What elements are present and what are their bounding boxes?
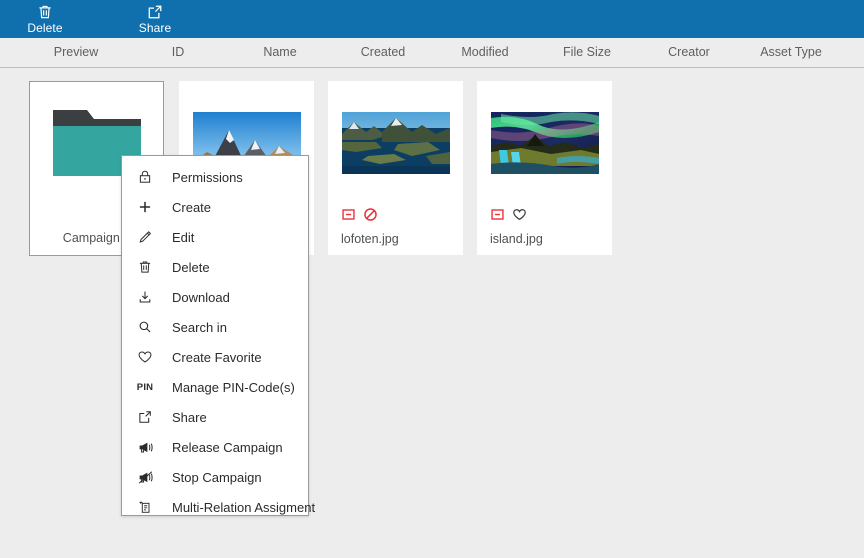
share-external-icon [146, 3, 164, 21]
menu-item-manage-pin-codes[interactable]: PIN Manage PIN-Code(s) [122, 372, 308, 402]
menu-item-label: Delete [172, 259, 210, 275]
menu-item-label: Permissions [172, 169, 243, 185]
top-toolbar: Delete Share [0, 0, 864, 38]
delete-button-label: Delete [27, 21, 63, 35]
menu-item-label: Multi-Relation Assigment [172, 499, 316, 515]
menu-item-share[interactable]: Share [122, 402, 308, 432]
badge-row [490, 206, 527, 222]
tile-caption: island.jpg [490, 232, 543, 246]
column-header-asset-type[interactable]: Asset Type [731, 38, 851, 67]
menu-item-stop-campaign[interactable]: Stop Campaign [122, 462, 308, 492]
column-header-name[interactable]: Name [220, 38, 340, 67]
menu-item-download[interactable]: Download [122, 282, 308, 312]
menu-item-search-in[interactable]: Search in [122, 312, 308, 342]
context-menu: Permissions Create Edit Delete Download … [121, 155, 315, 516]
download-icon [136, 288, 154, 306]
tile-caption: lofoten.jpg [341, 232, 399, 246]
megaphone-muted-icon [136, 468, 154, 486]
share-button-label: Share [138, 21, 172, 35]
menu-item-label: Edit [172, 229, 195, 245]
menu-item-create-favorite[interactable]: Create Favorite [122, 342, 308, 372]
lock-icon [136, 168, 154, 186]
menu-item-label: Search in [172, 319, 227, 335]
menu-item-delete[interactable]: Delete [122, 252, 308, 282]
delete-button[interactable]: Delete [9, 0, 81, 38]
badge-row [341, 206, 378, 222]
heart-icon[interactable] [512, 207, 527, 222]
minus-box-icon[interactable] [341, 207, 356, 222]
minus-box-icon[interactable] [490, 207, 505, 222]
trash-icon [36, 3, 54, 21]
heart-icon [136, 348, 154, 366]
share-external-icon [136, 408, 154, 426]
menu-item-edit[interactable]: Edit [122, 222, 308, 252]
blocked-icon[interactable] [363, 207, 378, 222]
multi-relation-icon [136, 498, 154, 516]
pin-text-icon: PIN [136, 381, 154, 393]
menu-item-label: Create Favorite [172, 349, 262, 365]
plus-icon [136, 198, 154, 216]
column-header-row: Preview ID Name Created Modified File Si… [0, 38, 864, 68]
menu-item-label: Download [172, 289, 230, 305]
menu-item-label: Share [172, 409, 207, 425]
menu-item-create[interactable]: Create [122, 192, 308, 222]
search-icon [136, 318, 154, 336]
menu-item-label: Stop Campaign [172, 469, 262, 485]
trash-icon [136, 258, 154, 276]
menu-item-label: Manage PIN-Code(s) [172, 379, 295, 395]
megaphone-icon [136, 438, 154, 456]
menu-item-release-campaign[interactable]: Release Campaign [122, 432, 308, 462]
share-button[interactable]: Share [119, 0, 191, 38]
menu-item-multi-relation-assignment[interactable]: Multi-Relation Assigment [122, 492, 315, 522]
menu-item-label: Release Campaign [172, 439, 283, 455]
menu-item-permissions[interactable]: Permissions [122, 162, 308, 192]
pencil-icon [136, 228, 154, 246]
tile-asset-lofoten[interactable]: lofoten.jpg [328, 81, 463, 255]
thumbnail-lofoten-fjord [342, 112, 450, 174]
tile-asset-island[interactable]: island.jpg [477, 81, 612, 255]
thumbnail-aurora-waterfall [491, 112, 599, 174]
menu-item-label: Create [172, 199, 212, 215]
